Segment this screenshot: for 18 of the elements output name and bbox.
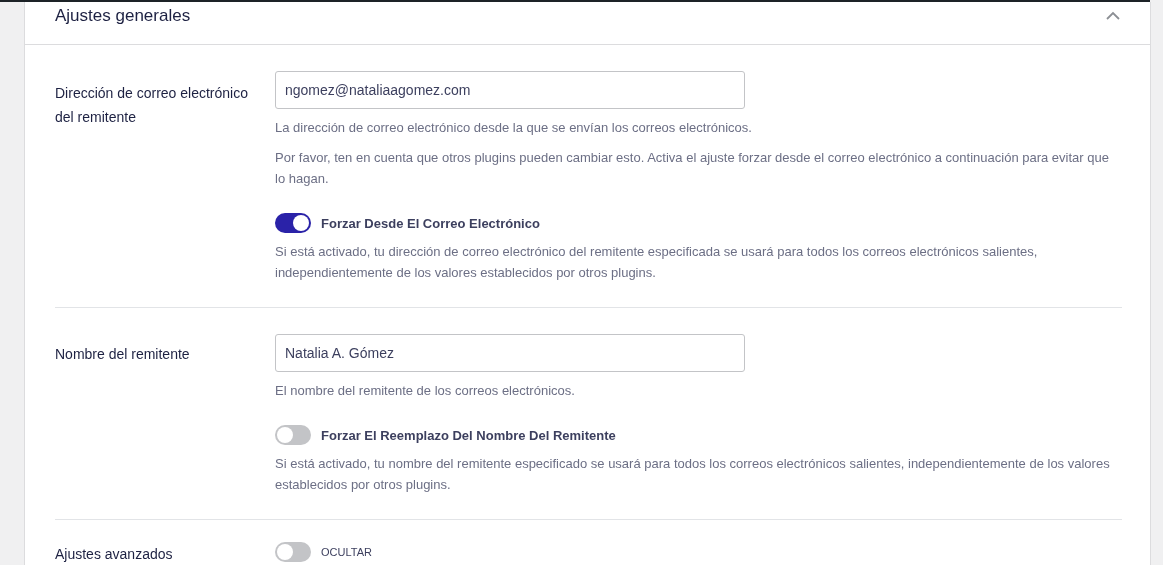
setting-label: Nombre del remitente [55, 345, 191, 364]
chevron-up-icon[interactable] [1106, 11, 1120, 21]
help-text: Por favor, ten en cuenta que otros plugins pueden cambiar esto. Activa el ajuste forzar desde el correo electrónico a continuación para evitar que lo hagan. [275, 149, 1110, 188]
toggle-switch[interactable] [275, 542, 311, 562]
text-field[interactable]: ngomez@nataliaagomez.com [275, 71, 745, 109]
help-text: La dirección de correo electrónico desde la que se envían los correos electrónicos. [275, 119, 753, 137]
toggle-switch[interactable] [275, 213, 311, 233]
help-text: El nombre del remitente de los correos electrónicos. [275, 382, 576, 400]
help-text: Si está activado, tu nombre del remitente especificado se usará para todos los correos electrónicos salientes, independientemente de los valores establecidos por otros plugins. [275, 455, 1111, 494]
toggle-label: Forzar El Reemplazo Del Nombre Del Remitente [321, 427, 616, 443]
help-text: Si está activado, tu dirección de correo electrónico del remitente especificada se usará para todos los correos electrónicos salientes, independientemente de los valores establecidos por otros plugins. [275, 243, 1039, 282]
toggle-label: OCULTAR [321, 546, 372, 558]
text-field[interactable]: Natalia A. Gómez [275, 334, 745, 372]
panel-title: Ajustes generales [55, 6, 191, 26]
toggle-label: Forzar Desde El Correo Electrónico [321, 215, 540, 231]
setting-label: Ajustes avanzados [55, 545, 174, 564]
setting-label: Dirección de correo electrónico del remitente [55, 84, 249, 127]
toggle-switch[interactable] [275, 425, 311, 445]
